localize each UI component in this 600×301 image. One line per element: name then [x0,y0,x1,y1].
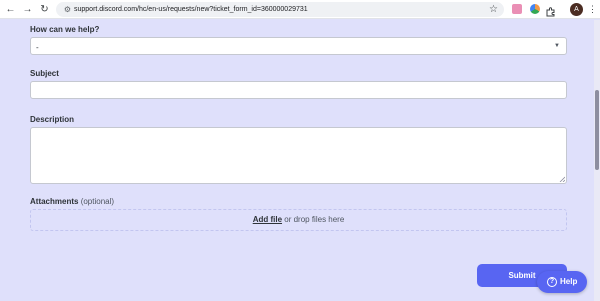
description-textarea[interactable] [30,127,567,184]
page-scrollbar[interactable] [594,20,600,301]
browser-menu-icon[interactable]: ⋮ [588,3,597,16]
browser-toolbar: ← → ↻ ⚙ support.discord.com/hc/en-us/req… [0,0,600,19]
attachments-dropzone[interactable]: Add file or drop files here [30,209,567,231]
help-topic-value: - [36,43,39,52]
site-info-icon[interactable]: ⚙ [62,4,73,15]
scrollbar-thumb[interactable] [595,90,599,170]
help-widget-label: Help [560,277,578,286]
bookmark-star-icon[interactable]: ☆ [489,3,498,16]
description-label: Description [30,115,75,124]
forward-icon[interactable]: → [21,3,34,16]
back-icon[interactable]: ← [4,3,17,16]
chevron-down-icon: ▼ [554,43,560,49]
extension-pink-icon[interactable] [512,4,522,14]
address-bar[interactable]: ⚙ support.discord.com/hc/en-us/requests/… [56,2,504,17]
profile-avatar[interactable]: A [570,3,583,16]
attachments-optional-text: (optional) [80,197,115,206]
attachments-label-text: Attachments [30,197,79,206]
help-widget-button[interactable]: ? Help [537,271,587,293]
help-topic-label: How can we help? [30,25,100,34]
add-file-link[interactable]: Add file [253,215,282,224]
help-topic-select[interactable]: - ▼ [30,37,567,55]
url-text[interactable]: support.discord.com/hc/en-us/requests/ne… [74,4,308,15]
question-mark-icon: ? [547,277,557,287]
extension-orange-icon[interactable] [530,4,540,14]
extensions-puzzle-icon[interactable] [546,4,556,17]
drop-files-text: or drop files here [284,215,345,224]
resize-handle-icon[interactable] [559,176,565,182]
subject-input[interactable] [30,81,567,99]
attachments-label: Attachments (optional) [30,196,114,207]
reload-icon[interactable]: ↻ [38,3,51,16]
subject-label: Subject [30,69,59,78]
